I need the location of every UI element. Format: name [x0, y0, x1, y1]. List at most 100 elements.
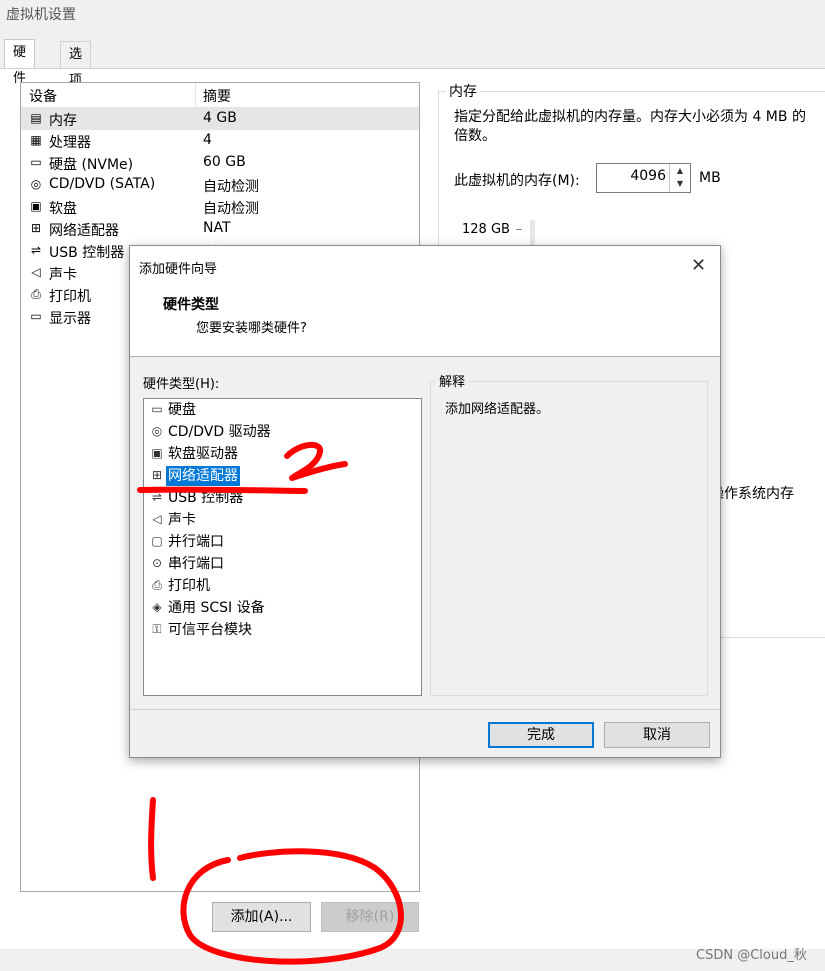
device-summary: 自动检测 [203, 179, 259, 195]
device-row-network-adapter[interactable]: ⊞ 网络适配器 NAT [21, 218, 419, 240]
harddisk-icon: ▭ [151, 402, 163, 416]
device-summary: 60 GB [203, 154, 246, 170]
memory-os-note: 操作系统内存 [710, 486, 794, 502]
tpm-icon: ⚿ [152, 622, 162, 636]
serial-port-icon: ⊙ [151, 556, 163, 570]
hardware-item-floppy-drive[interactable]: ▣ 软盘驱动器 [148, 444, 240, 464]
device-summary: 自动检测 [203, 201, 259, 217]
column-separator [195, 83, 196, 107]
hardware-item-parallel-port[interactable]: ▢ 并行端口 [148, 532, 226, 552]
device-name: 处理器 [49, 135, 91, 151]
processor-icon: ▦ [30, 133, 42, 147]
hardware-item-label: CD/DVD 驱动器 [168, 424, 271, 440]
tab-options[interactable]: 选项 [60, 41, 92, 88]
device-name: 内存 [49, 113, 77, 129]
finish-button[interactable]: 完成 [488, 722, 594, 748]
network-adapter-icon: ⊞ [151, 468, 163, 482]
memory-description: 指定分配给此虚拟机的内存量。内存大小必须为 4 MB 的倍数。 [454, 109, 806, 144]
parallel-port-icon: ▢ [151, 534, 163, 548]
watermark: CSDN @Cloud_秋 [696, 948, 807, 963]
floppy-drive-icon: ▣ [151, 446, 163, 460]
memory-value[interactable]: 4096 [630, 168, 666, 184]
hardware-item-label: 打印机 [168, 578, 210, 594]
cancel-button[interactable]: 取消 [604, 722, 710, 748]
network-adapter-icon: ⊞ [30, 221, 42, 235]
memory-field-label: 此虚拟机的内存(M): [454, 173, 580, 189]
add-button[interactable]: 添加(A)... [212, 902, 311, 932]
window-title: 虚拟机设置 [6, 7, 76, 23]
device-summary: 4 [203, 132, 212, 148]
sound-card-icon: ◁ [152, 512, 162, 526]
sound-card-icon: ◁ [31, 265, 41, 279]
hardware-item-serial-port[interactable]: ⊙ 串行端口 [148, 554, 226, 574]
remove-button: 移除(R) [321, 902, 419, 932]
device-row-cd-dvd[interactable]: ◎ CD/DVD (SATA) 自动检测 [21, 174, 419, 196]
hardware-type-list[interactable]: ▭ 硬盘 ◎ CD/DVD 驱动器 ▣ 软盘驱动器 ⊞ 网络适配器 ⇌ USB 控制器 ◁… [143, 398, 422, 696]
hardware-item-network-adapter[interactable]: ⊞ 网络适配器 [148, 466, 240, 486]
printer-icon: ⎙ [152, 578, 162, 592]
usb-controller-icon: ⇌ [151, 490, 163, 504]
device-row-memory[interactable]: ▤ 内存 4 GB [21, 108, 419, 130]
device-name: 声卡 [49, 267, 77, 283]
device-list-header: 设备 摘要 [21, 83, 419, 108]
explanation-group [430, 381, 708, 696]
device-name: CD/DVD (SATA) [49, 176, 156, 192]
hardware-item-harddisk[interactable]: ▭ 硬盘 [148, 400, 198, 420]
hardware-item-usb-controller[interactable]: ⇌ USB 控制器 [148, 488, 245, 508]
hardware-item-label: USB 控制器 [168, 490, 244, 506]
explanation-title: 解释 [436, 371, 469, 390]
dialog-header: 添加硬件向导 ✕ 硬件类型 您要安装哪类硬件? [130, 246, 720, 357]
hardware-item-cd-dvd-drive[interactable]: ◎ CD/DVD 驱动器 [148, 422, 273, 442]
dialog-heading: 硬件类型 [163, 297, 219, 313]
tab-divider [0, 68, 825, 69]
stepper-arrows[interactable]: ▲ ▼ [669, 164, 690, 192]
hardware-item-label: 并行端口 [168, 534, 224, 550]
device-row-harddisk[interactable]: ▭ 硬盘 (NVMe) 60 GB [21, 152, 419, 174]
hardware-item-label: 软盘驱动器 [168, 446, 238, 462]
hardware-item-label: 串行端口 [168, 556, 224, 572]
display-icon: ▭ [30, 309, 42, 323]
hardware-item-tpm[interactable]: ⚿ 可信平台模块 [148, 620, 254, 640]
scsi-device-icon: ◈ [152, 600, 162, 614]
printer-icon: ⎙ [31, 287, 41, 301]
usb-controller-icon: ⇌ [30, 243, 42, 257]
device-summary: 4 GB [203, 110, 237, 126]
harddisk-icon: ▭ [30, 155, 42, 169]
device-name: 打印机 [49, 289, 91, 305]
memory-group-title: 内存 [446, 81, 480, 101]
close-icon[interactable]: ✕ [691, 255, 706, 276]
hardware-item-label: 网络适配器 [166, 466, 240, 486]
add-hardware-dialog: 添加硬件向导 ✕ 硬件类型 您要安装哪类硬件? 硬件类型(H): ▭ 硬盘 ◎ CD… [129, 245, 721, 758]
device-row-floppy[interactable]: ▣ 软盘 自动检测 [21, 196, 419, 218]
memory-stepper[interactable]: 4096 ▲ ▼ [596, 163, 691, 193]
tab-hardware[interactable]: 硬件 [4, 39, 36, 86]
device-summary: NAT [203, 220, 231, 236]
device-name: 硬盘 (NVMe) [49, 157, 134, 173]
device-name: 网络适配器 [49, 223, 119, 239]
column-header-device[interactable]: 设备 [29, 86, 57, 106]
dialog-footer-divider [130, 709, 720, 710]
device-name: 软盘 [49, 201, 77, 217]
stepper-up-icon[interactable]: ▲ [670, 164, 690, 177]
hardware-item-label: 可信平台模块 [168, 622, 252, 638]
dialog-subheading: 您要安装哪类硬件? [196, 321, 307, 336]
cd-dvd-drive-icon: ◎ [151, 424, 163, 438]
stepper-down-icon[interactable]: ▼ [670, 177, 690, 190]
memory-scale-tick [516, 229, 522, 230]
column-header-summary[interactable]: 摘要 [203, 86, 231, 106]
device-name: 显示器 [49, 311, 91, 327]
memory-scale-label: 128 GB [462, 222, 510, 237]
hardware-type-label: 硬件类型(H): [143, 377, 220, 392]
device-row-processor[interactable]: ▦ 处理器 4 [21, 130, 419, 152]
hardware-item-scsi-device[interactable]: ◈ 通用 SCSI 设备 [148, 598, 267, 618]
hardware-item-sound-card[interactable]: ◁ 声卡 [148, 510, 198, 530]
memory-slider-track[interactable] [530, 220, 535, 248]
hardware-item-label: 硬盘 [168, 402, 196, 418]
hardware-item-label: 声卡 [168, 512, 196, 528]
hardware-item-printer[interactable]: ⎙ 打印机 [148, 576, 212, 596]
memory-icon: ▤ [30, 111, 42, 125]
dialog-title: 添加硬件向导 [139, 262, 218, 277]
explanation-text: 添加网络适配器。 [445, 402, 550, 417]
hardware-item-label: 通用 SCSI 设备 [168, 600, 265, 616]
cd-dvd-icon: ◎ [30, 177, 42, 191]
